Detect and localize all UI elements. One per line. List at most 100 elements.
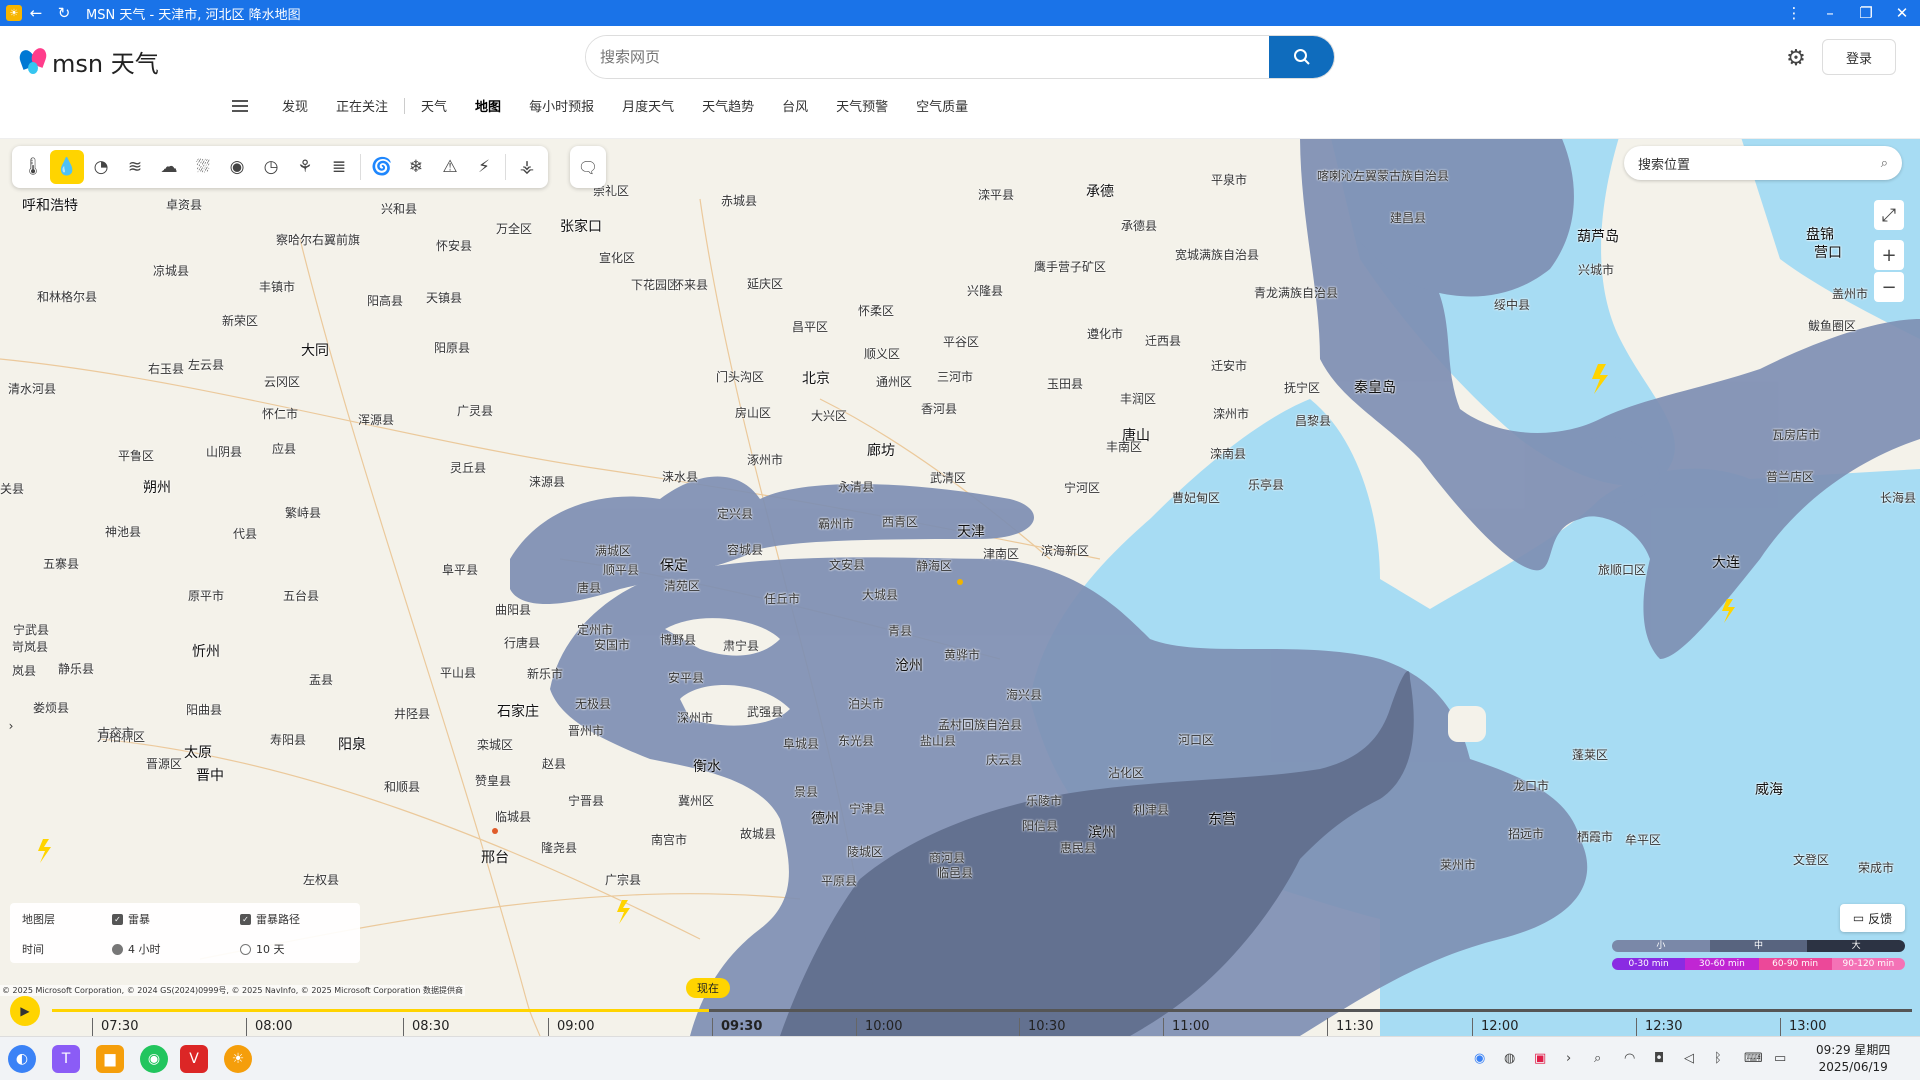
notification-icon[interactable]: ▭ — [1774, 1051, 1786, 1066]
map-city-label: 宁津县 — [849, 802, 886, 816]
map-city-label: 卓资县 — [166, 198, 203, 212]
search-icon[interactable]: ⌕ — [1594, 1051, 1601, 1066]
timeline-tick[interactable]: 10:30 — [1019, 1018, 1065, 1036]
cloud-icon[interactable]: ☁ — [152, 150, 186, 184]
expand-panel-arrow-icon[interactable]: › — [0, 715, 22, 737]
bluetooth-icon[interactable]: ᛒ — [1714, 1051, 1722, 1066]
timeline-tick[interactable]: 09:00 — [548, 1018, 594, 1036]
hurricane-icon[interactable]: 🌀 — [365, 150, 399, 184]
snow-icon[interactable]: ❄ — [399, 150, 433, 184]
radar-icon[interactable]: ◔ — [84, 150, 118, 184]
duration-90-120: 90-120 min — [1831, 958, 1905, 970]
close-icon[interactable]: ✕ — [1884, 0, 1920, 26]
thunder-checkbox[interactable]: ✓ 雷暴 — [112, 911, 150, 927]
web-search-input[interactable] — [586, 36, 1269, 78]
maximize-icon[interactable]: ❐ — [1848, 0, 1884, 26]
timeline-tick[interactable]: 11:00 — [1163, 1018, 1209, 1036]
search-button[interactable] — [1269, 36, 1334, 78]
alert-icon[interactable]: ⚠ — [433, 150, 467, 184]
time-option-4h[interactable]: 4 小时 — [112, 941, 161, 957]
nav-alerts[interactable]: 天气预警 — [836, 96, 888, 115]
timeline-track[interactable] — [52, 1009, 1912, 1012]
text-editor-icon[interactable]: T — [52, 1045, 80, 1073]
pressure-icon[interactable]: ◷ — [254, 150, 288, 184]
map-city-label: 临邑县 — [937, 866, 974, 880]
timeline-tick[interactable]: 12:00 — [1472, 1018, 1518, 1036]
nav-hourly[interactable]: 每小时预报 — [529, 96, 594, 115]
hamburger-menu-icon[interactable] — [232, 99, 248, 112]
search-icon: ⌕ — [1880, 155, 1888, 171]
msn-logo[interactable]: msn 天气 — [17, 44, 159, 79]
location-search-box[interactable]: 搜索位置 ⌕ — [1624, 146, 1902, 180]
minimize-icon[interactable]: – — [1812, 0, 1848, 26]
wind-icon[interactable]: ≋ — [118, 150, 152, 184]
nav-monthly[interactable]: 月度天气 — [622, 96, 674, 115]
time-slider[interactable]: ▶ 现在 07:30 08:00 08:30 09:00 09:30 10:00… — [0, 978, 1920, 1036]
nav-following[interactable]: 正在关注 — [336, 96, 388, 115]
map-city-label: 五寨县 — [43, 557, 80, 571]
launcher-icon[interactable]: ◐ — [8, 1045, 36, 1073]
comment-button[interactable]: 🗨 — [570, 146, 606, 188]
timeline-tick[interactable]: 07:30 — [92, 1018, 138, 1036]
timeline-tick[interactable]: 13:00 — [1780, 1018, 1826, 1036]
volume-icon[interactable]: ◁ — [1684, 1051, 1694, 1066]
air-quality-icon[interactable]: ≣ — [322, 150, 356, 184]
file-manager-icon[interactable]: ▆ — [96, 1045, 124, 1073]
login-button[interactable]: 登录 — [1822, 39, 1896, 75]
visibility-icon[interactable]: ◉ — [220, 150, 254, 184]
map-city-label: 盘锦 — [1806, 227, 1834, 243]
agriculture-icon[interactable]: ⚶ — [510, 150, 544, 184]
duration-0-30: 0-30 min — [1612, 958, 1686, 970]
weather-app-icon[interactable]: ☀ — [224, 1045, 252, 1073]
temperature-icon[interactable]: 🌡 — [16, 150, 50, 184]
humidity-icon[interactable]: ⛆ — [186, 150, 220, 184]
timeline-tick-current[interactable]: 09:30 — [712, 1018, 762, 1036]
thunder-path-checkbox[interactable]: ✓ 雷暴路径 — [240, 911, 300, 927]
chrome-icon[interactable]: ◉ — [140, 1045, 168, 1073]
nav-discover[interactable]: 发现 — [282, 96, 308, 115]
refresh-icon[interactable]: ↻ — [50, 0, 78, 26]
settings-gear-icon[interactable]: ⚙ — [1784, 46, 1808, 71]
nav-weather[interactable]: 天气 — [421, 96, 447, 115]
nav-air-quality[interactable]: 空气质量 — [916, 96, 968, 115]
pollen-icon[interactable]: ⚘ — [288, 150, 322, 184]
vpn-app-icon[interactable]: V — [180, 1045, 208, 1073]
map-city-label: 宁晋县 — [568, 794, 605, 808]
map-city-label: 承德 — [1086, 184, 1114, 200]
chevron-right-icon[interactable]: › — [1566, 1051, 1571, 1066]
lightning-icon[interactable]: ⚡ — [467, 150, 501, 184]
timeline-tick[interactable]: 10:00 — [856, 1018, 902, 1036]
nav-typhoon[interactable]: 台风 — [782, 96, 808, 115]
back-icon[interactable]: ← — [22, 0, 50, 26]
timeline-tick[interactable]: 08:30 — [403, 1018, 449, 1036]
precipitation-icon[interactable]: 💧 — [50, 150, 84, 184]
fullscreen-icon[interactable]: ⤢ — [1874, 200, 1904, 230]
map-city-label: 左云县 — [188, 358, 225, 372]
nav-map[interactable]: 地图 — [475, 96, 501, 115]
tray-app3-icon[interactable]: ▣ — [1534, 1051, 1546, 1066]
zoom-in-icon[interactable]: + — [1874, 240, 1904, 270]
map-city-label: 滨海新区 — [1041, 544, 1090, 558]
weather-map[interactable]: 呼和浩特 卓资县 兴和县 崇礼区 赤城县 滦平县 承德 平泉市 喀喇沁左翼蒙古族自治县 建昌县 葫芦… — [0, 139, 1920, 1036]
timeline-tick[interactable]: 12:30 — [1636, 1018, 1682, 1036]
tray-app2-icon[interactable]: ◍ — [1504, 1051, 1515, 1066]
more-icon[interactable]: ⋮ — [1776, 0, 1812, 26]
logo-text: msn 天气 — [52, 50, 159, 78]
now-marker[interactable]: 现在 — [686, 978, 730, 998]
play-button[interactable]: ▶ — [10, 996, 40, 1026]
timeline-tick[interactable]: 11:30 — [1327, 1018, 1373, 1036]
map-city-label: 河口区 — [1178, 733, 1215, 747]
network-icon[interactable]: ◘ — [1654, 1051, 1664, 1066]
timeline-tick[interactable]: 08:00 — [246, 1018, 292, 1036]
feedback-button[interactable]: ▭ 反馈 — [1840, 904, 1905, 932]
time-option-10d[interactable]: 10 天 — [240, 941, 285, 957]
keyboard-icon[interactable]: ⌨ — [1744, 1051, 1763, 1066]
system-clock[interactable]: 09:29 星期四 2025/06/19 — [1816, 1042, 1890, 1076]
map-city-label: 广宗县 — [605, 873, 642, 887]
map-city-label: 青县 — [888, 624, 913, 638]
tray-app-icon[interactable]: ◉ — [1474, 1051, 1485, 1066]
zoom-out-icon[interactable]: − — [1874, 272, 1904, 302]
wifi-icon[interactable]: ◠ — [1624, 1051, 1635, 1066]
map-city-label: 灵丘县 — [450, 461, 487, 475]
nav-trends[interactable]: 天气趋势 — [702, 96, 754, 115]
